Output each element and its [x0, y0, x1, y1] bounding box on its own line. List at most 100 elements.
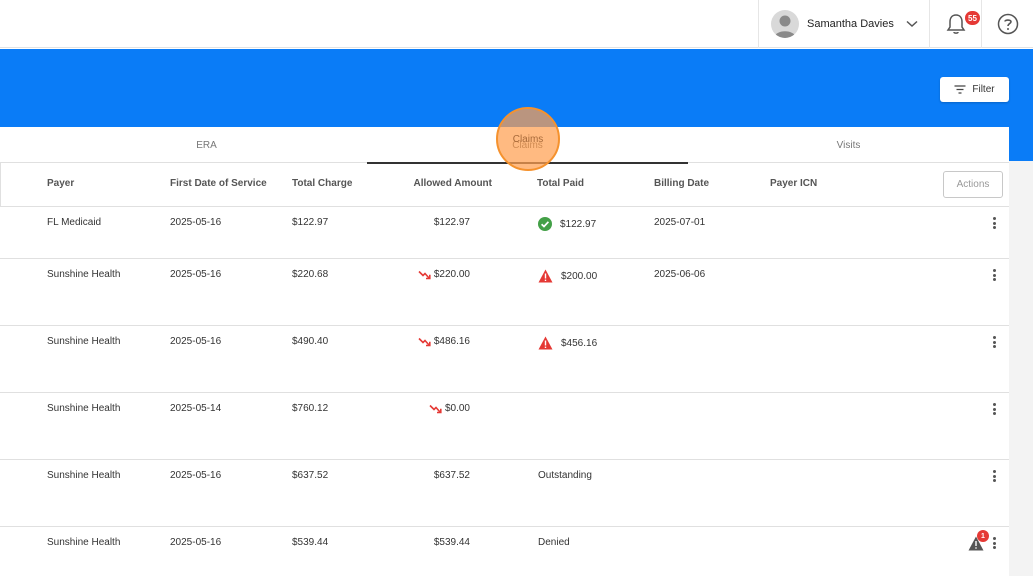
cell-total-paid: $122.97	[538, 217, 596, 231]
column-header-total-paid[interactable]: Total Paid	[537, 178, 584, 189]
cell-first-date: 2025-05-16	[170, 470, 221, 481]
filter-icon	[954, 85, 966, 94]
cell-total-paid: Denied	[538, 537, 570, 548]
cell-payer: Sunshine Health	[47, 269, 120, 280]
column-header-allowed-amount[interactable]: Allowed Amount	[380, 178, 492, 189]
actions-button[interactable]: Actions	[943, 171, 1003, 198]
cell-allowed-amount: $637.52	[380, 470, 470, 481]
trend-down-icon	[418, 270, 431, 280]
cell-payer-text: FL Medicaid	[47, 217, 102, 228]
cell-payer: FL Medicaid	[47, 217, 101, 228]
cell-total-paid-text: $122.97	[560, 218, 597, 230]
cell-payer-text: Sunshine Health	[47, 336, 121, 347]
kebab-dot	[992, 541, 996, 545]
cell-first-date: 2025-05-16	[170, 217, 221, 228]
cell-total-paid-text: Denied	[538, 537, 570, 548]
cell-allowed-amount-text: $0.00	[444, 403, 470, 414]
check-circle-icon	[538, 217, 552, 231]
table-row[interactable]: Sunshine Health 2025-05-16 $220.68 $220.00 $…	[0, 259, 1009, 326]
column-header-first-date[interactable]: First Date of Service	[170, 178, 267, 189]
kebab-dot	[992, 217, 996, 220]
cell-total-charge: $539.44	[292, 537, 328, 548]
table-row[interactable]: Sunshine Health 2025-05-14 $760.12 $0.00	[0, 393, 1009, 460]
cell-total-paid-text: Outstanding	[538, 470, 592, 481]
kebab-dot	[992, 479, 996, 482]
trend-down-icon	[429, 404, 442, 414]
column-header-total-charge[interactable]: Total Charge	[292, 178, 352, 189]
cell-allowed-amount: $539.44	[380, 537, 470, 548]
cell-billing-date-text: 2025-07-01	[654, 217, 706, 228]
tab-visits[interactable]: Visits	[688, 127, 1009, 163]
trend-down-icon	[418, 337, 431, 347]
kebab-dot	[992, 269, 996, 272]
tab-claims[interactable]: Claims	[367, 127, 688, 164]
notification-badge: 55	[964, 10, 981, 26]
avatar	[771, 10, 799, 38]
kebab-dot	[992, 546, 996, 549]
column-header-billing-date[interactable]: Billing Date	[654, 178, 709, 189]
page-gutter	[1009, 161, 1033, 576]
cell-billing-date: 2025-06-06	[654, 269, 705, 280]
column-header-payer[interactable]: Payer	[47, 178, 74, 189]
table-row[interactable]: Sunshine Health 2025-05-16 $539.44 $539.44 D…	[0, 527, 1009, 576]
cell-billing-date: 2025-07-01	[654, 217, 705, 228]
tab-era[interactable]: ERA	[46, 127, 367, 163]
kebab-dot	[992, 403, 996, 406]
help-icon	[997, 13, 1018, 35]
cell-total-charge: $122.97	[292, 217, 328, 228]
table-row[interactable]: FL Medicaid 2025-05-16 $122.97 $122.97 $122.…	[0, 207, 1009, 259]
warning-icon	[538, 336, 553, 350]
tab-claims-label: Claims	[512, 139, 543, 151]
claims-card: ERA Claims Visits Payer First Date of Se…	[0, 127, 1009, 576]
table-row[interactable]: Sunshine Health 2025-05-16 $637.52 $637.52 O…	[0, 460, 1009, 527]
cell-payer: Sunshine Health	[47, 470, 120, 481]
cell-allowed-amount-text: $220.00	[433, 269, 470, 280]
top-header: Samantha Davies 55	[0, 0, 1033, 48]
user-menu[interactable]: Samantha Davies	[758, 0, 929, 48]
tab-bar: ERA Claims Visits	[0, 127, 1009, 164]
kebab-dot	[992, 336, 996, 339]
column-header-payer-icn[interactable]: Payer ICN	[770, 178, 817, 189]
cell-total-charge-text: $490.40	[292, 336, 329, 347]
cell-first-date-text: 2025-05-16	[170, 217, 222, 228]
cell-total-charge-text: $122.97	[292, 217, 329, 228]
cell-allowed-amount-text: $122.97	[433, 217, 470, 228]
kebab-dot	[992, 537, 996, 540]
cell-total-charge: $637.52	[292, 470, 328, 481]
row-menu-icon[interactable]	[988, 334, 1000, 350]
cell-allowed-amount-text: $637.52	[433, 470, 470, 481]
cell-allowed-amount: $486.16	[380, 336, 470, 347]
kebab-dot	[992, 226, 996, 229]
cell-payer: Sunshine Health	[47, 336, 120, 347]
cell-payer: Sunshine Health	[47, 537, 120, 548]
cell-payer-text: Sunshine Health	[47, 537, 121, 548]
notifications-button[interactable]: 55	[929, 0, 981, 48]
cell-first-date: 2025-05-16	[170, 269, 221, 280]
user-name: Samantha Davies	[807, 18, 894, 30]
kebab-dot	[992, 470, 996, 473]
table-header: Payer First Date of Service Total Charge…	[0, 163, 1009, 207]
row-menu-icon[interactable]	[988, 267, 1000, 283]
row-menu-icon[interactable]	[988, 468, 1000, 484]
cell-total-paid: Outstanding	[538, 470, 592, 481]
row-menu-icon[interactable]	[988, 401, 1000, 417]
cell-total-paid-text: $456.16	[561, 337, 598, 349]
cell-first-date-text: 2025-05-16	[170, 269, 222, 280]
row-menu-icon[interactable]	[988, 535, 1000, 551]
help-button[interactable]	[981, 0, 1033, 48]
row-menu-icon[interactable]	[988, 215, 1000, 231]
filter-button[interactable]: Filter	[940, 77, 1009, 102]
cell-total-charge: $490.40	[292, 336, 328, 347]
cell-first-date-text: 2025-05-14	[170, 403, 222, 414]
kebab-dot	[992, 273, 996, 277]
kebab-dot	[992, 407, 996, 411]
row-alert-icon[interactable]: 1	[968, 530, 989, 551]
cell-first-date: 2025-05-16	[170, 537, 221, 548]
cell-total-charge: $220.68	[292, 269, 328, 280]
tab-era-label: ERA	[196, 139, 217, 151]
cell-payer-text: Sunshine Health	[47, 269, 121, 280]
cell-payer-text: Sunshine Health	[47, 470, 121, 481]
table-row[interactable]: Sunshine Health 2025-05-16 $490.40 $486.16 $…	[0, 326, 1009, 393]
tab-visits-label: Visits	[836, 139, 861, 151]
cell-total-charge: $760.12	[292, 403, 328, 414]
